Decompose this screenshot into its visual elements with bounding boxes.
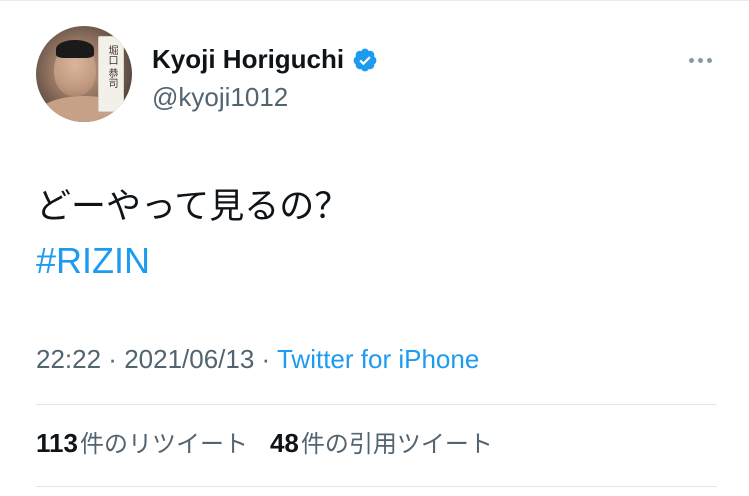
more-horizontal-icon-dot	[706, 57, 712, 63]
avatar-name-card: 堀口 恭司	[98, 36, 124, 112]
top-divider	[0, 0, 749, 1]
tweet-meta: 22:22 · 2021/06/13 · Twitter for iPhone	[36, 344, 479, 375]
tweet-text: どーやって見るの？	[36, 187, 350, 227]
retweets-stat[interactable]: 113 件のリツイート	[36, 424, 248, 459]
more-horizontal-icon	[688, 57, 694, 63]
quotes-count: 48	[269, 428, 299, 458]
avatar-card-text: 堀口 恭司	[106, 45, 117, 89]
avatar-hair	[56, 40, 94, 58]
divider	[36, 404, 717, 405]
tweet-source-link[interactable]: Twitter for iPhone	[277, 344, 479, 374]
divider	[36, 486, 717, 487]
tweet-stats: 113 件のリツイート 48 件の引用ツイート	[36, 424, 515, 459]
more-options-button[interactable]	[684, 44, 716, 76]
verified-badge-icon	[352, 47, 378, 73]
retweets-count: 113	[36, 428, 78, 458]
tweet-time[interactable]: 22:22	[36, 344, 101, 374]
avatar[interactable]: 堀口 恭司	[36, 26, 132, 122]
meta-separator: ·	[254, 344, 277, 374]
hashtag-link[interactable]: #RIZIN	[36, 240, 150, 282]
retweets-label: 件のリツイート	[79, 430, 248, 458]
tweet-date[interactable]: 2021/06/13	[124, 344, 254, 374]
more-horizontal-icon-dot	[697, 57, 703, 63]
quotes-label: 件の引用ツイート	[300, 430, 493, 458]
meta-separator: ·	[101, 344, 125, 374]
quotes-stat[interactable]: 48 件の引用ツイート	[270, 424, 493, 459]
author-handle[interactable]: @kyoji1012	[152, 82, 288, 113]
author-name-row: Kyoji Horiguchi	[152, 44, 378, 75]
display-name[interactable]: Kyoji Horiguchi	[152, 44, 344, 75]
